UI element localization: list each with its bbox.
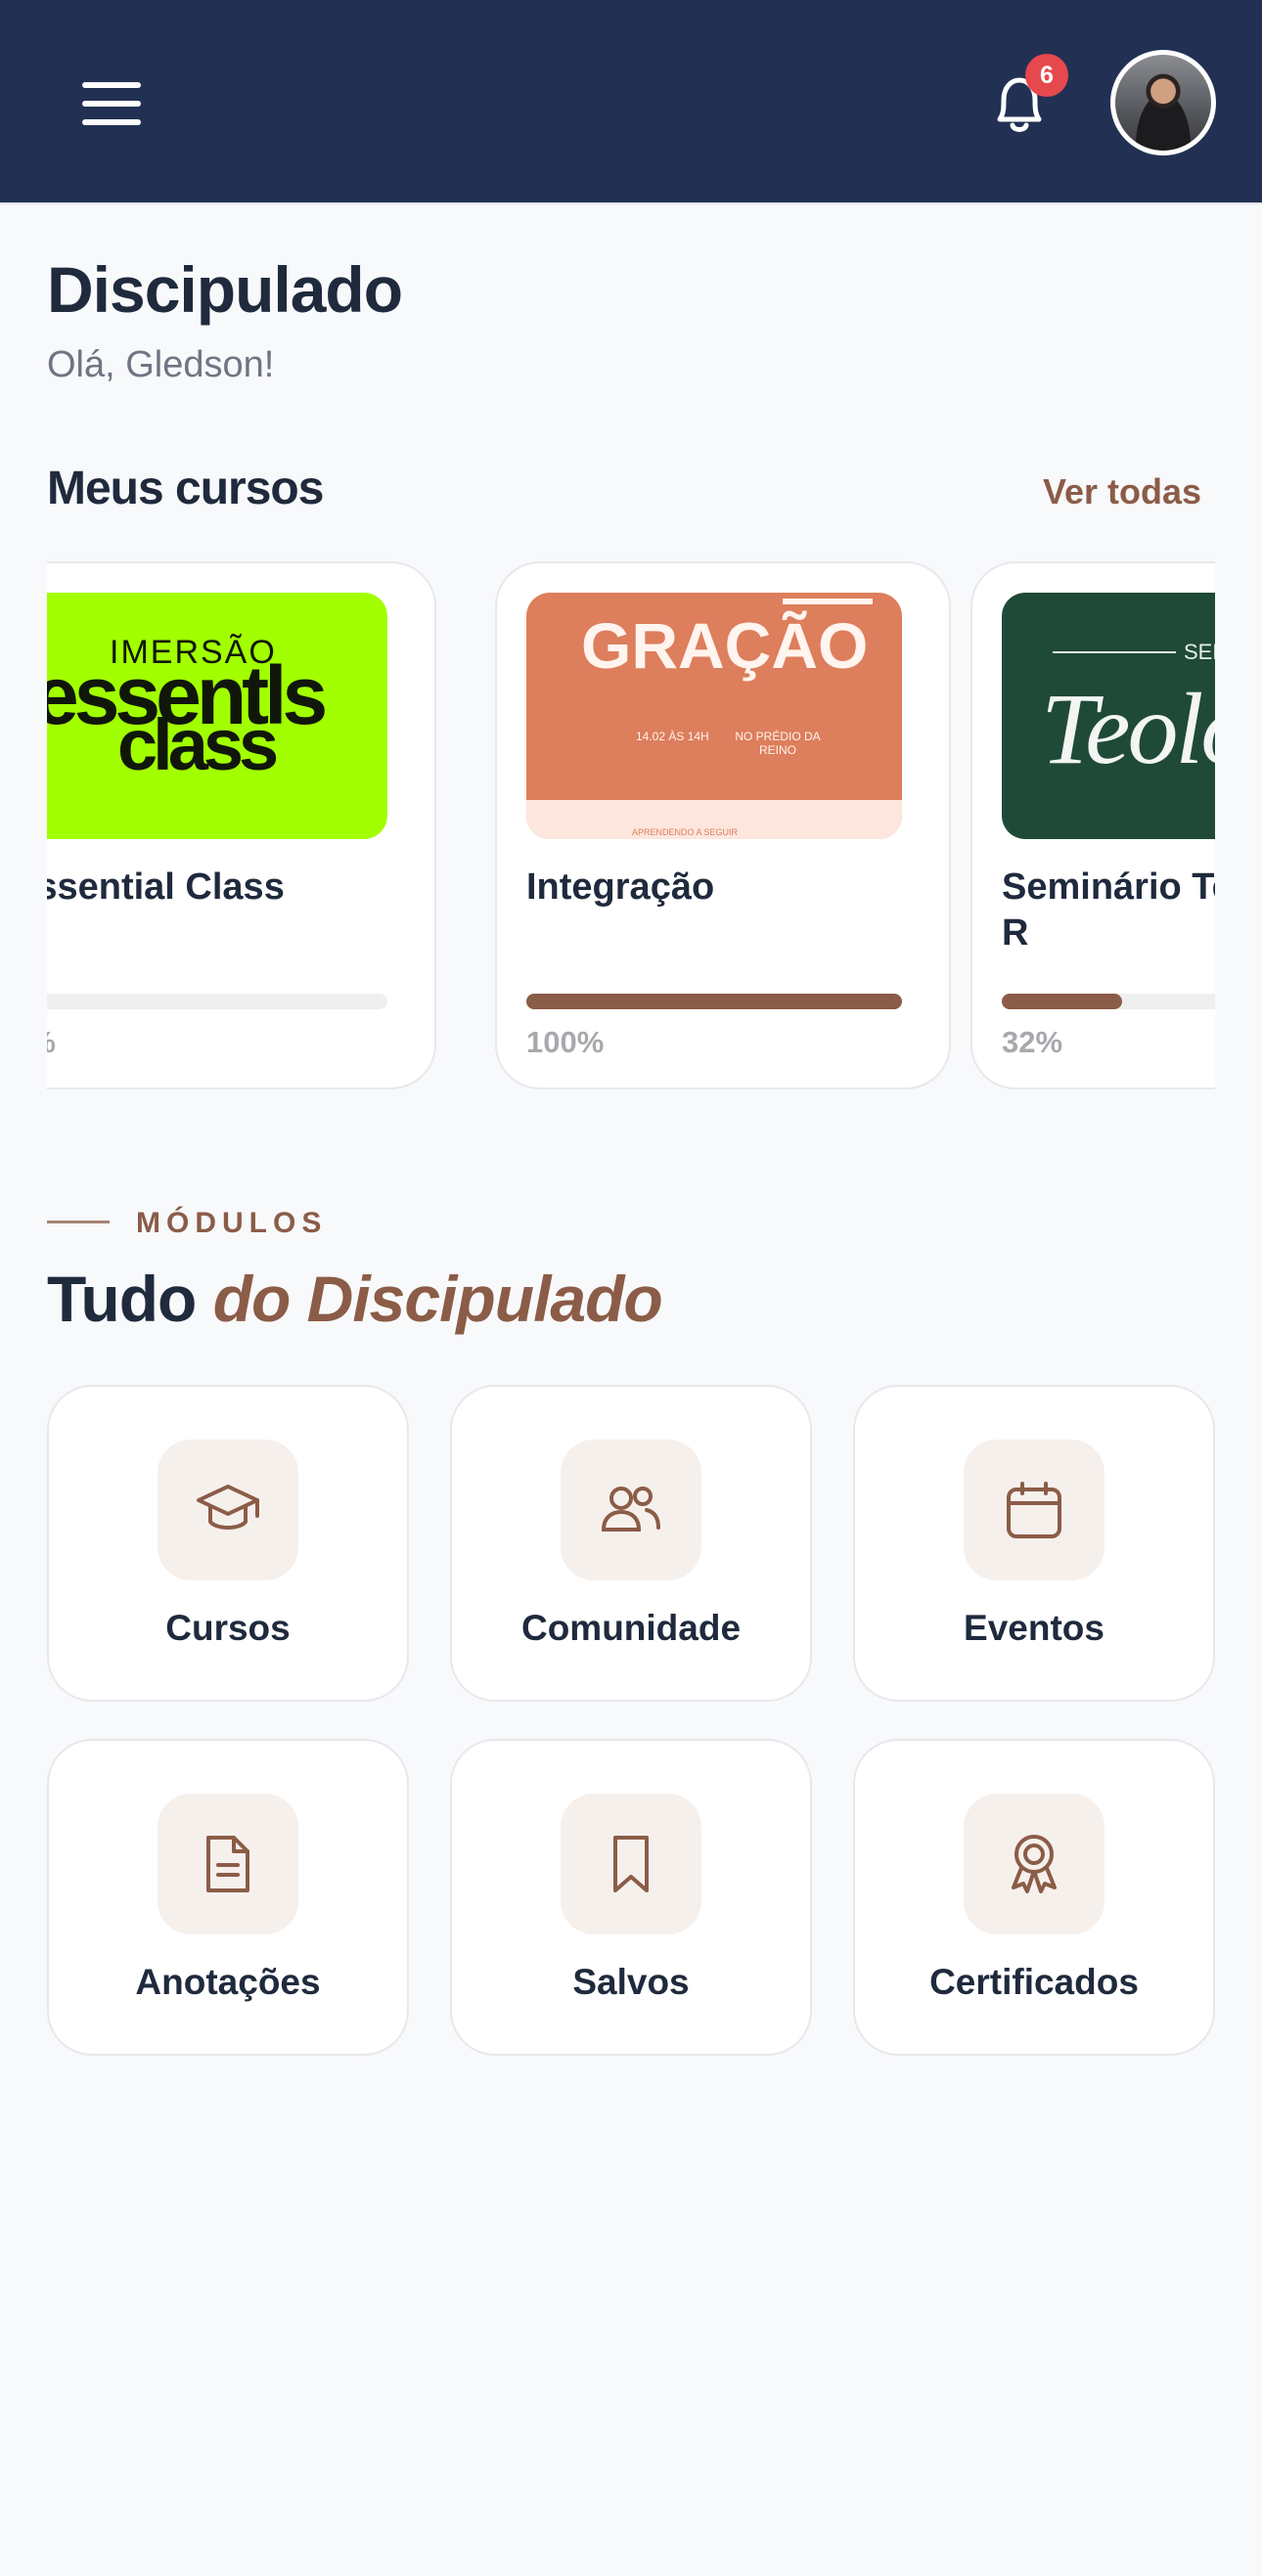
module-icon-box [561,1794,701,1934]
module-label: Cursos [165,1608,291,1648]
see-all-link[interactable]: Ver todas [1043,471,1201,512]
module-label: Eventos [964,1608,1104,1648]
progress-label: 32% [1002,1025,1063,1059]
notification-badge: 6 [1025,54,1068,97]
thumb-text: SEMINÁ [1184,640,1215,664]
course-title: Seminário Teológico R [1002,866,1215,954]
course-thumbnail: SEMINÁ Teológ [1002,593,1215,839]
avatar[interactable] [1110,50,1216,155]
module-label: Certificados [929,1962,1139,2002]
module-card-comunidade[interactable]: Comunidade [450,1385,812,1702]
module-card-eventos[interactable]: Eventos [853,1385,1215,1702]
course-title: Essential Class [47,866,285,908]
thumb-text: NO PRÉDIO DA REINO [735,730,821,757]
award-icon [1012,1835,1057,1893]
thumb-decoration [783,599,873,604]
module-icon-box [561,1440,701,1580]
thumb-text: APRENDENDO A SEGUIR [632,827,739,837]
progress-fill [526,994,902,1009]
progress-fill [1002,994,1122,1009]
menu-button[interactable] [82,82,141,125]
module-icon-box [964,1440,1104,1580]
course-card-integracao[interactable]: GRAÇÃO 14.02 ÀS 14H NO PRÉDIO DA REINO A… [495,561,951,1089]
module-label: Salvos [572,1962,690,2002]
progress-bar [526,994,902,1009]
module-icon-box [158,1440,298,1580]
thumb-decoration [1053,651,1176,653]
progress-bar [1002,994,1215,1009]
module-icon-box [158,1794,298,1934]
module-icon-box [964,1794,1104,1934]
progress-label: 100% [526,1025,605,1059]
my-courses-heading: Meus cursos [47,463,324,514]
course-thumbnail: GRAÇÃO 14.02 ÀS 14H NO PRÉDIO DA REINO A… [526,593,902,839]
users-icon [601,1487,660,1532]
module-card-salvos[interactable]: Salvos [450,1739,812,2056]
course-thumbnail: IMERSÃO essentls class [47,593,387,839]
page-title: Discipulado [47,253,403,326]
top-bar: 6 [0,0,1262,204]
graduation-cap-icon [197,1485,259,1530]
modules-title: Tudo do Discipulado [47,1262,663,1336]
thumb-text: 14.02 ÀS 14H [636,730,709,743]
modules-title-accent: do Discipulado [212,1263,663,1335]
module-label: Anotações [135,1962,321,2002]
thumb-text: GRAÇÃO [581,609,869,682]
module-label: Comunidade [520,1608,742,1648]
course-card-seminario[interactable]: SEMINÁ Teológ Seminário Teológico R 32% [970,561,1215,1089]
course-title: Integração [526,866,715,908]
courses-carousel[interactable]: IMERSÃO essentls class Essential Class 0… [47,561,1215,1089]
modules-eyebrow: MÓDULOS [136,1207,328,1239]
bookmark-icon [613,1836,649,1892]
course-card-essential-class[interactable]: IMERSÃO essentls class Essential Class 0… [47,561,436,1089]
calendar-icon [1007,1482,1061,1538]
thumb-text: Teológ [1041,673,1215,785]
eyebrow-line [47,1221,110,1223]
module-card-cursos[interactable]: Cursos [47,1385,409,1702]
modules-title-main: Tudo [47,1263,197,1335]
module-card-anotacoes[interactable]: Anotações [47,1739,409,2056]
greeting: Olá, Gledson! [47,344,275,385]
module-card-certificados[interactable]: Certificados [853,1739,1215,2056]
progress-bar [47,994,387,1009]
document-icon [206,1836,249,1892]
progress-label: 0% [47,1025,56,1060]
thumb-text: class [117,704,279,785]
